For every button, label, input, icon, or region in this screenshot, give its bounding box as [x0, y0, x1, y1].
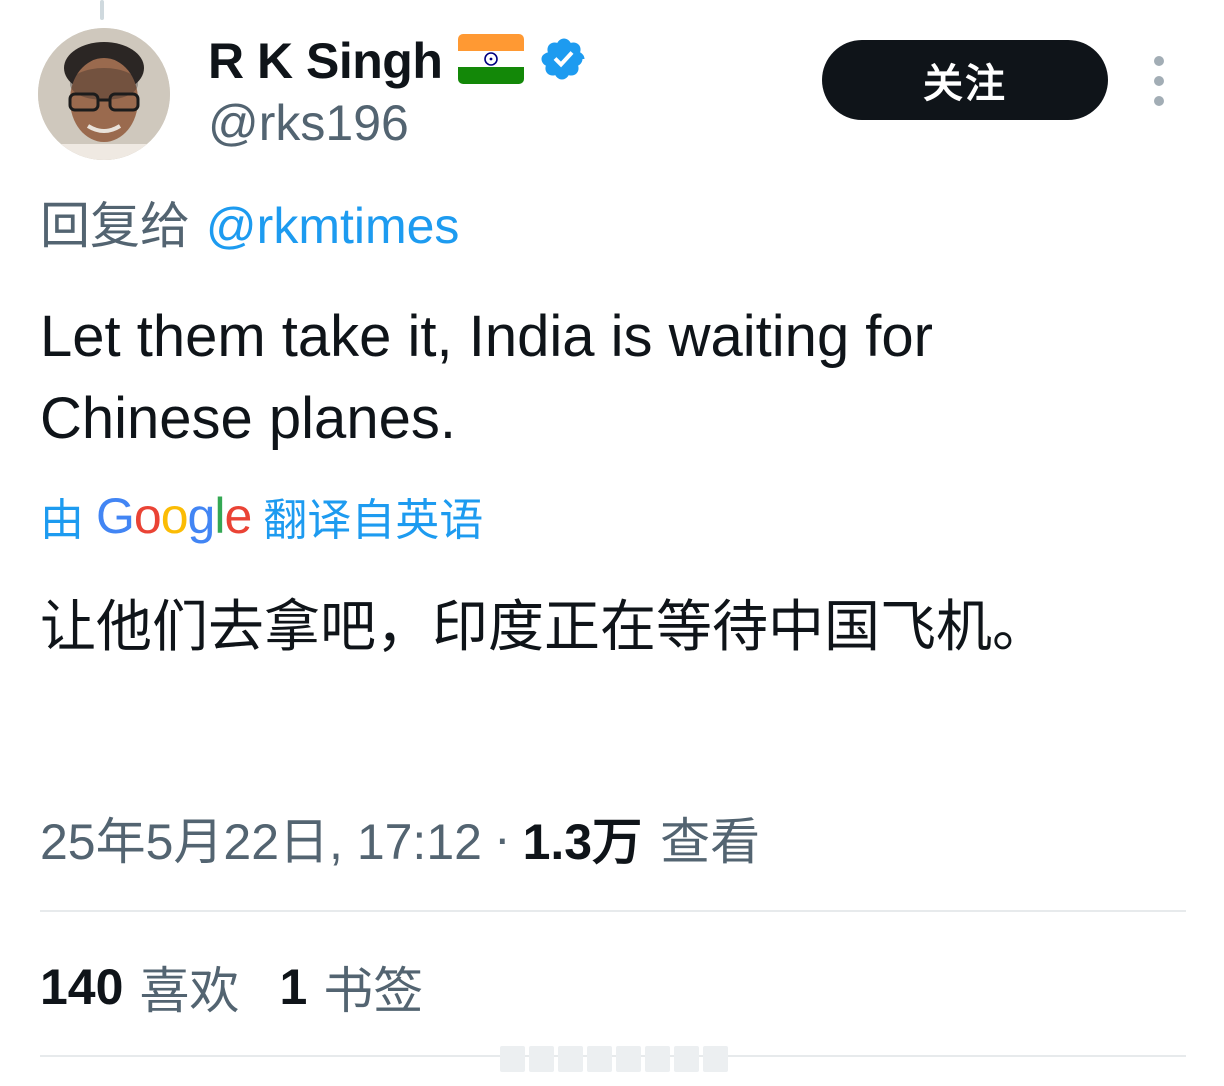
- bookmark-count-label[interactable]: 书签: [323, 951, 423, 1023]
- verified-badge-icon: [540, 35, 588, 88]
- view-count-label: 查看: [660, 813, 761, 871]
- bookmark-count[interactable]: 1: [279, 958, 307, 1016]
- translation-attribution[interactable]: 由 Google 翻译自英语: [40, 484, 483, 548]
- follow-button[interactable]: 关注: [822, 40, 1108, 120]
- engagement-stats: 140 喜欢 1 书签: [40, 952, 423, 1022]
- meta-separator: ·: [493, 810, 511, 866]
- reply-to-prefix: 回复给: [40, 197, 190, 255]
- reply-mention-link[interactable]: @rkmtimes: [206, 198, 460, 254]
- more-vertical-icon[interactable]: [1140, 56, 1178, 106]
- translation-prefix: 由: [40, 495, 84, 546]
- google-logo: Google: [96, 488, 252, 544]
- india-flag-icon: [458, 33, 525, 89]
- avatar[interactable]: [38, 28, 170, 160]
- user-handle[interactable]: @rks196: [208, 98, 409, 148]
- thread-connector-line: [100, 0, 104, 20]
- tweet-timestamp[interactable]: 25年5月22日, 17:12: [40, 802, 482, 874]
- tweet-text: Let them take it, India is waiting for C…: [40, 304, 933, 451]
- display-name[interactable]: R K Singh: [208, 36, 443, 86]
- like-count[interactable]: 140: [40, 958, 123, 1016]
- view-count: 1.3万: [522, 814, 643, 870]
- divider-top: [40, 910, 1186, 912]
- translated-tweet-text: 让他们去拿吧，印度正在等待中国飞机。: [40, 595, 1048, 660]
- reply-to-line: 回复给 @rkmtimes: [40, 196, 459, 256]
- avatar-photo: [38, 28, 170, 160]
- user-name-row: R K Singh: [208, 30, 588, 92]
- watermark-bar: [500, 1046, 728, 1072]
- translation-suffix: 翻译自英语: [263, 495, 484, 546]
- tweet-meta-row: 25年5月22日, 17:12 · 1.3万 查看: [40, 806, 760, 871]
- like-count-label[interactable]: 喜欢: [139, 951, 239, 1023]
